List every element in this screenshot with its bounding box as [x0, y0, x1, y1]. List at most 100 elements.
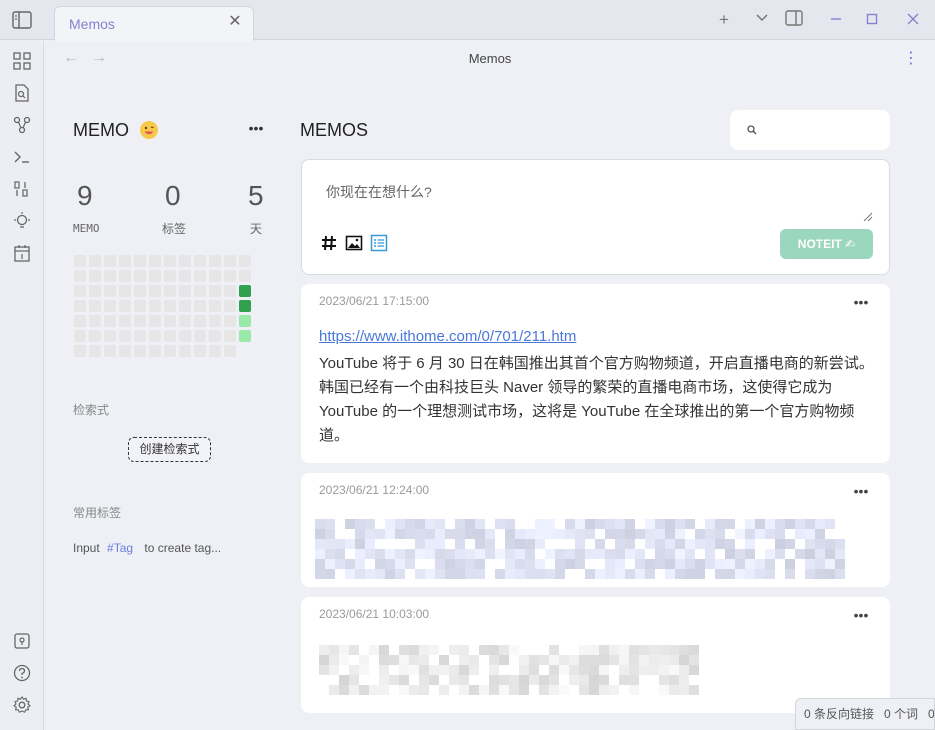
heatmap-cell[interactable]: [119, 315, 131, 327]
view-more-options-icon[interactable]: ⋮: [903, 50, 919, 68]
calendar-icon[interactable]: [12, 243, 32, 263]
create-query-button[interactable]: 创建检索式: [128, 437, 211, 462]
memo-link[interactable]: https://www.ithome.com/0/701/211.htm: [319, 328, 576, 345]
heatmap-cell[interactable]: [239, 330, 251, 342]
heatmap-cell[interactable]: [209, 255, 221, 267]
heatmap-cell[interactable]: [224, 285, 236, 297]
memo-panel-more-icon[interactable]: •••: [247, 120, 265, 140]
heatmap-cell[interactable]: [104, 315, 116, 327]
heatmap-cell[interactable]: [179, 270, 191, 282]
heatmap-cell[interactable]: [194, 330, 206, 342]
sidebar-toggle-icon[interactable]: [12, 11, 32, 29]
heatmap-cell[interactable]: [134, 330, 146, 342]
heatmap-cell[interactable]: [239, 255, 251, 267]
heatmap-cell[interactable]: [119, 270, 131, 282]
right-sidebar-icon[interactable]: [784, 10, 804, 30]
close-window-icon[interactable]: [903, 10, 923, 30]
search-input[interactable]: [730, 110, 890, 150]
heatmap-cell[interactable]: [104, 345, 116, 357]
new-tab-icon[interactable]: +: [714, 10, 734, 30]
minimize-icon[interactable]: [826, 10, 846, 30]
help-icon[interactable]: [12, 663, 32, 683]
maximize-icon[interactable]: [862, 10, 882, 30]
heatmap-cell[interactable]: [134, 315, 146, 327]
memo-more-icon[interactable]: •••: [852, 294, 870, 310]
heatmap-cell[interactable]: [104, 270, 116, 282]
heatmap-cell[interactable]: [119, 300, 131, 312]
heatmap-cell[interactable]: [149, 345, 161, 357]
binary-icon[interactable]: [12, 179, 32, 199]
heatmap-cell[interactable]: [134, 345, 146, 357]
memo-more-icon[interactable]: •••: [852, 607, 870, 623]
heatmap-cell[interactable]: [74, 330, 86, 342]
backlinks-count[interactable]: 0 条反向链接: [804, 707, 874, 721]
resize-handle-icon[interactable]: [863, 212, 873, 222]
heatmap-cell[interactable]: [119, 345, 131, 357]
tab-memos[interactable]: Memos ✕: [54, 6, 254, 41]
heatmap-cell[interactable]: [224, 255, 236, 267]
tab-list-dropdown-icon[interactable]: [752, 9, 772, 29]
heatmap-cell[interactable]: [74, 285, 86, 297]
heatmap-cell[interactable]: [164, 300, 176, 312]
heatmap-cell[interactable]: [209, 315, 221, 327]
heatmap-cell[interactable]: [104, 255, 116, 267]
memo-more-icon[interactable]: •••: [852, 483, 870, 499]
heatmap-cell[interactable]: [164, 255, 176, 267]
heatmap-cell[interactable]: [194, 285, 206, 297]
heatmap-cell[interactable]: [104, 300, 116, 312]
heatmap-cell[interactable]: [89, 315, 101, 327]
heatmap-cell[interactable]: [194, 300, 206, 312]
heatmap-cell[interactable]: [179, 315, 191, 327]
heatmap-cell[interactable]: [164, 345, 176, 357]
heatmap-cell[interactable]: [179, 330, 191, 342]
heatmap-cell[interactable]: [194, 315, 206, 327]
heatmap-cell[interactable]: [89, 270, 101, 282]
heatmap-cell[interactable]: [194, 255, 206, 267]
terminal-icon[interactable]: [12, 147, 32, 167]
heatmap-cell[interactable]: [149, 270, 161, 282]
heatmap-cell[interactable]: [209, 270, 221, 282]
heatmap-cell[interactable]: [209, 300, 221, 312]
heatmap-cell[interactable]: [224, 315, 236, 327]
heatmap-cell[interactable]: [224, 330, 236, 342]
heatmap-cell[interactable]: [179, 255, 191, 267]
heatmap-cell[interactable]: [239, 300, 251, 312]
heatmap-cell[interactable]: [179, 300, 191, 312]
heatmap-cell[interactable]: [74, 315, 86, 327]
heatmap-cell[interactable]: [74, 300, 86, 312]
heatmap-cell[interactable]: [74, 255, 86, 267]
heatmap-cell[interactable]: [224, 270, 236, 282]
heatmap-cell[interactable]: [149, 330, 161, 342]
lightbulb-icon[interactable]: [12, 211, 32, 231]
tab-close-icon[interactable]: ✕: [227, 14, 243, 30]
heatmap-cell[interactable]: [179, 345, 191, 357]
heatmap-cell[interactable]: [239, 285, 251, 297]
heatmap-cell[interactable]: [104, 285, 116, 297]
heatmap-cell[interactable]: [134, 255, 146, 267]
graph-icon[interactable]: [12, 115, 32, 135]
heatmap-cell[interactable]: [164, 315, 176, 327]
heatmap-cell[interactable]: [119, 285, 131, 297]
file-search-icon[interactable]: [12, 83, 32, 103]
vault-icon[interactable]: [12, 631, 32, 651]
heatmap-cell[interactable]: [134, 285, 146, 297]
heatmap-cell[interactable]: [119, 330, 131, 342]
heatmap-cell[interactable]: [164, 270, 176, 282]
heatmap-cell[interactable]: [104, 330, 116, 342]
settings-gear-icon[interactable]: [12, 695, 32, 715]
hashtag-icon[interactable]: [320, 234, 338, 252]
dashboard-icon[interactable]: [12, 51, 32, 71]
heatmap-cell[interactable]: [149, 300, 161, 312]
heatmap-cell[interactable]: [89, 255, 101, 267]
heatmap-cell[interactable]: [224, 300, 236, 312]
heatmap-cell[interactable]: [209, 285, 221, 297]
heatmap-cell[interactable]: [164, 330, 176, 342]
image-icon[interactable]: [345, 234, 363, 252]
heatmap-cell[interactable]: [74, 345, 86, 357]
heatmap-cell[interactable]: [149, 285, 161, 297]
heatmap-cell[interactable]: [89, 345, 101, 357]
heatmap-cell[interactable]: [224, 345, 236, 357]
heatmap-cell[interactable]: [239, 270, 251, 282]
heatmap-cell[interactable]: [179, 285, 191, 297]
heatmap-cell[interactable]: [209, 345, 221, 357]
